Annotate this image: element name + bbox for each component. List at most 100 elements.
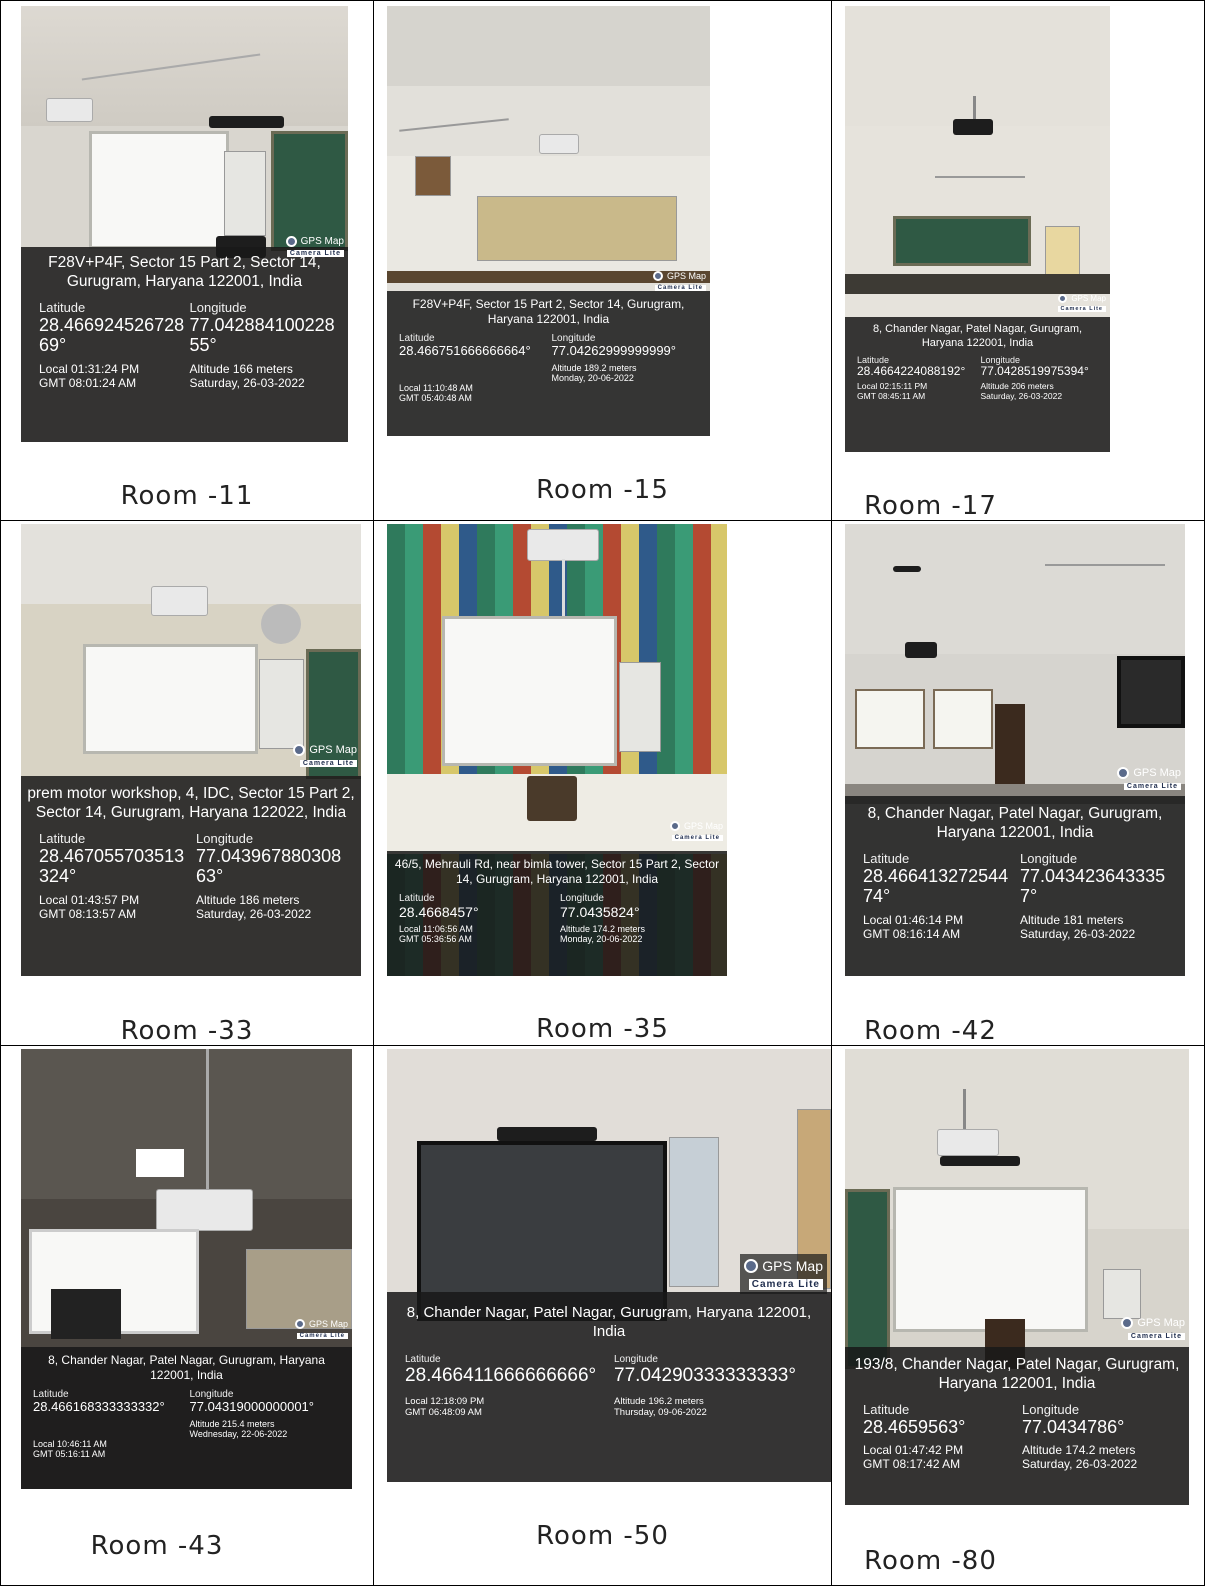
badge-title: GPS Map [300,236,344,247]
longitude-label: Longitude [980,354,1021,365]
date-text: Saturday, 26-03-2022 [189,376,305,391]
gmt-time: GMT 08:13:57 AM [39,907,137,922]
gps-map-badge: GPS Map Camera Lite [285,236,344,258]
address-text: F28V+P4F, Sector 15 Part 2, Sector 14, G… [412,297,685,326]
longitude-label: Longitude [196,830,254,846]
table-cell-room-50: 8, Chander Nagar, Patel Nagar, Gurugram,… [374,1046,831,1585]
date-text: Wednesday, 22-06-2022 [189,1428,288,1439]
gps-overlay: 46/5, Mehrauli Rd, near bimla tower, Sec… [387,851,727,976]
badge-title: GPS Map [666,271,706,281]
longitude-label: Longitude [1022,1401,1080,1417]
local-time: Local 11:06:56 AM [399,924,473,935]
room-label: Room -15 [536,475,669,505]
latitude-value: 28.4659563° [863,1416,966,1437]
gps-map-badge: GPS Map Camera Lite [1121,1317,1185,1341]
altitude-text: Altitude 186 meters [196,893,300,908]
room-photo: 8, Chander Nagar, Patel Nagar, Gurugram,… [21,1049,352,1489]
latitude-value: 28.4668457° [399,904,479,920]
badge-title: GPS Map [762,1258,823,1274]
gps-overlay: 193/8, Chander Nagar, Patel Nagar, Gurug… [845,1347,1189,1505]
gps-map-badge: GPS Map Camera Lite [1057,294,1106,312]
room-label: Room -50 [536,1521,669,1551]
longitude-label: Longitude [189,299,247,315]
latitude-value: 28.46641327254474° [863,865,1009,907]
camera-icon [669,821,680,831]
room-photo: 46/5, Mehrauli Rd, near bimla tower, Sec… [387,524,727,976]
camera-icon [293,744,306,756]
badge-subtitle: Camera Lite [1057,306,1106,312]
date-text: Thursday, 09-06-2022 [614,1407,707,1419]
altitude-text: Altitude 181 meters [1020,913,1124,928]
badge-title: GPS Map [1071,294,1106,303]
gps-map-badge: GPS Map Camera Lite [669,821,723,841]
date-text: Monday, 20-06-2022 [560,934,643,945]
latitude-value: 28.466411666666666° [405,1364,597,1386]
longitude-value: 77.04319000000001° [189,1399,315,1414]
address-text: prem motor workshop, 4, IDC, Sector 15 P… [27,785,355,822]
longitude-value: 77.0435824° [560,904,640,920]
gps-overlay: 8, Chander Nagar, Patel Nagar, Gurugram,… [387,1292,831,1482]
local-time: Local 01:47:42 PM [863,1443,964,1458]
camera-icon [285,236,297,247]
gps-overlay: F28V+P4F, Sector 15 Part 2, Sector 14, G… [387,291,710,436]
latitude-label: Latitude [405,1353,441,1365]
address-text: 46/5, Mehrauli Rd, near bimla tower, Sec… [394,857,720,886]
longitude-label: Longitude [614,1353,658,1365]
address-text: 8, Chander Nagar, Patel Nagar, Gurugram,… [48,1353,325,1382]
gmt-time: GMT 08:01:24 AM [39,376,137,391]
gps-map-badge: GPS Map Camera Lite [652,271,706,291]
local-time: Local 01:31:24 PM [39,362,140,377]
gmt-time: GMT 08:17:42 AM [863,1457,961,1472]
room-photo: 8, Chander Nagar, Patel Nagar, Gurugram,… [845,524,1185,976]
altitude-text: Altitude 174.2 meters [560,924,646,935]
table-cell-room-35: 46/5, Mehrauli Rd, near bimla tower, Sec… [374,521,831,1045]
badge-title: GPS Map [1137,1317,1185,1329]
room-photo: F28V+P4F, Sector 15 Part 2, Sector 14, G… [387,6,710,436]
table-cell-room-17: 8, Chander Nagar, Patel Nagar, Gurugram,… [832,1,1204,520]
address-text: 8, Chander Nagar, Patel Nagar, Gurugram,… [872,323,1083,349]
longitude-value: 77.0434236433357° [1020,865,1166,907]
gmt-time: GMT 05:40:48 AM [399,392,472,403]
badge-subtitle: Camera Lite [748,1279,823,1290]
gmt-time: GMT 05:36:56 AM [399,934,472,945]
latitude-value: 28.466751666666664° [399,343,531,358]
room-label: Room -17 [864,491,997,520]
room-label: Room -43 [90,1531,224,1561]
table-cell-room-42: 8, Chander Nagar, Patel Nagar, Gurugram,… [832,521,1204,1045]
gmt-time: GMT 08:45:11 AM [857,391,926,402]
badge-title: GPS Map [1133,767,1181,779]
longitude-label: Longitude [560,893,604,904]
table-cell-room-33: prem motor workshop, 4, IDC, Sector 15 P… [1,521,373,1045]
gps-overlay: 8, Chander Nagar, Patel Nagar, Gurugram,… [845,796,1185,976]
date-text: Saturday, 26-03-2022 [980,391,1063,402]
date-text: Saturday, 26-03-2022 [1022,1457,1138,1472]
longitude-value: 77.0428519975394° [980,363,1089,378]
local-time: Local 12:18:09 PM [405,1396,485,1408]
gps-map-badge: GPS Map Camera Lite [740,1254,827,1294]
gps-overlay: prem motor workshop, 4, IDC, Sector 15 P… [21,776,361,976]
gps-overlay: 8, Chander Nagar, Patel Nagar, Gurugram,… [21,1347,352,1489]
local-time: Local 01:46:14 PM [863,913,964,928]
room-photo: F28V+P4F, Sector 15 Part 2, Sector 14, G… [21,6,348,442]
altitude-text: Altitude 206 meters [980,381,1054,392]
longitude-value: 77.04290333333333° [614,1364,796,1386]
gps-overlay: 8, Chander Nagar, Patel Nagar, Gurugram,… [845,317,1110,452]
latitude-label: Latitude [39,830,86,846]
local-time: Local 10:46:11 AM [33,1438,107,1449]
room-label: Room -33 [120,1016,254,1045]
local-time: Local 01:43:57 PM [39,893,140,908]
longitude-value: 77.04262999999999° [551,343,677,358]
latitude-value: 28.466168333333332° [33,1399,165,1414]
badge-subtitle: Camera Lite [1123,783,1181,790]
badge-subtitle: Camera Lite [654,285,706,291]
room-label: Room -42 [864,1016,997,1045]
date-text: Saturday, 26-03-2022 [1020,927,1136,942]
table-cell-room-11: F28V+P4F, Sector 15 Part 2, Sector 14, G… [1,1,373,520]
latitude-label: Latitude [863,1401,910,1417]
room-label: Room -35 [536,1014,669,1044]
date-text: Monday, 20-06-2022 [551,372,634,383]
address-text: 8, Chander Nagar, Patel Nagar, Gurugram,… [867,805,1163,842]
gps-map-badge: GPS Map Camera Lite [294,1319,348,1339]
altitude-text: Altitude 189.2 meters [551,362,637,373]
gmt-time: GMT 08:16:14 AM [863,927,961,942]
